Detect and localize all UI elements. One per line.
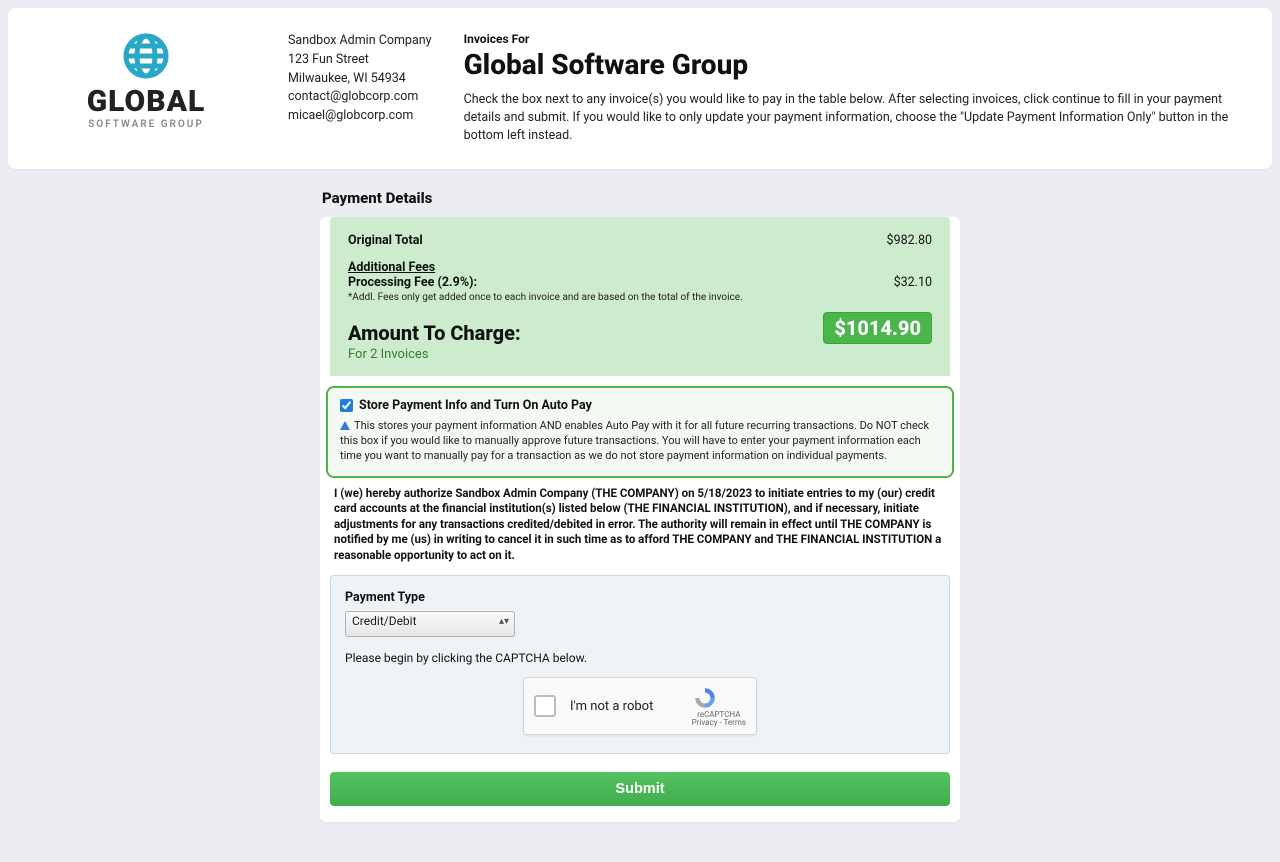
autopay-checkbox[interactable]	[340, 399, 353, 412]
payment-type-label: Payment Type	[345, 590, 935, 605]
recaptcha-text: I'm not a robot	[570, 699, 678, 714]
original-total-value: $982.80	[887, 233, 932, 248]
authorization-text: I (we) hereby authorize Sandbox Admin Co…	[320, 478, 960, 568]
recaptcha-branding: reCAPTCHA Privacy - Terms	[692, 685, 746, 729]
amount-to-charge-label: Amount To Charge:	[348, 321, 521, 345]
payment-type-box: Payment Type Credit/Debit ▴▾ Please begi…	[330, 575, 950, 754]
logo-text: GLOBAL	[87, 84, 206, 119]
recaptcha-checkbox[interactable]	[534, 695, 556, 717]
processing-fee-label: Processing Fee (2.9%):	[348, 275, 477, 290]
payment-panel: Original Total $982.80 Additional Fees P…	[320, 217, 960, 822]
invoices-for-label: Invoices For	[464, 32, 1244, 46]
logo-subtext: SOFTWARE GROUP	[88, 119, 204, 130]
for-invoices: For 2 Invoices	[348, 347, 932, 362]
logo-block: GLOBAL SOFTWARE GROUP	[36, 32, 256, 145]
original-total-label: Original Total	[348, 233, 423, 248]
autopay-desc-text: This stores your payment information AND…	[340, 419, 929, 462]
recaptcha-sub2[interactable]: Privacy - Terms	[692, 719, 746, 728]
captcha-hint: Please begin by clicking the CAPTCHA bel…	[345, 651, 935, 665]
autopay-desc: This stores your payment information AND…	[340, 419, 940, 464]
main-column: Payment Details Original Total $982.80 A…	[320, 189, 960, 822]
payment-type-select[interactable]: Credit/Debit	[345, 611, 515, 637]
recaptcha-widget[interactable]: I'm not a robot reCAPTCHA Privacy - Term…	[523, 677, 757, 735]
additional-fees-label: Additional Fees	[348, 260, 932, 275]
fee-note: *Addl. Fees only get added once to each …	[348, 292, 932, 303]
company-citystate: Milwaukee, WI 54934	[288, 70, 432, 89]
invoices-for-block: Invoices For Global Software Group Check…	[464, 32, 1244, 145]
amount-to-charge-value: $1014.90	[823, 312, 932, 344]
header-card: GLOBAL SOFTWARE GROUP Sandbox Admin Comp…	[8, 8, 1272, 169]
payment-details-title: Payment Details	[322, 189, 960, 207]
processing-fee-value: $32.10	[894, 275, 932, 290]
company-name: Sandbox Admin Company	[288, 32, 432, 51]
autopay-box: Store Payment Info and Turn On Auto Pay …	[326, 386, 954, 478]
recaptcha-icon	[692, 685, 718, 711]
company-address: 123 Fun Street	[288, 51, 432, 70]
company-email1: contact@globcorp.com	[288, 88, 432, 107]
company-email2: micael@globcorp.com	[288, 107, 432, 126]
submit-button[interactable]: Submit	[330, 772, 950, 806]
invoices-for-desc: Check the box next to any invoice(s) you…	[464, 91, 1244, 145]
summary-box: Original Total $982.80 Additional Fees P…	[330, 217, 950, 376]
warning-icon	[340, 421, 350, 430]
autopay-label: Store Payment Info and Turn On Auto Pay	[359, 398, 592, 413]
company-info: Sandbox Admin Company 123 Fun Street Mil…	[288, 32, 432, 145]
globe-icon	[122, 32, 170, 80]
invoices-for-title: Global Software Group	[464, 48, 1244, 81]
